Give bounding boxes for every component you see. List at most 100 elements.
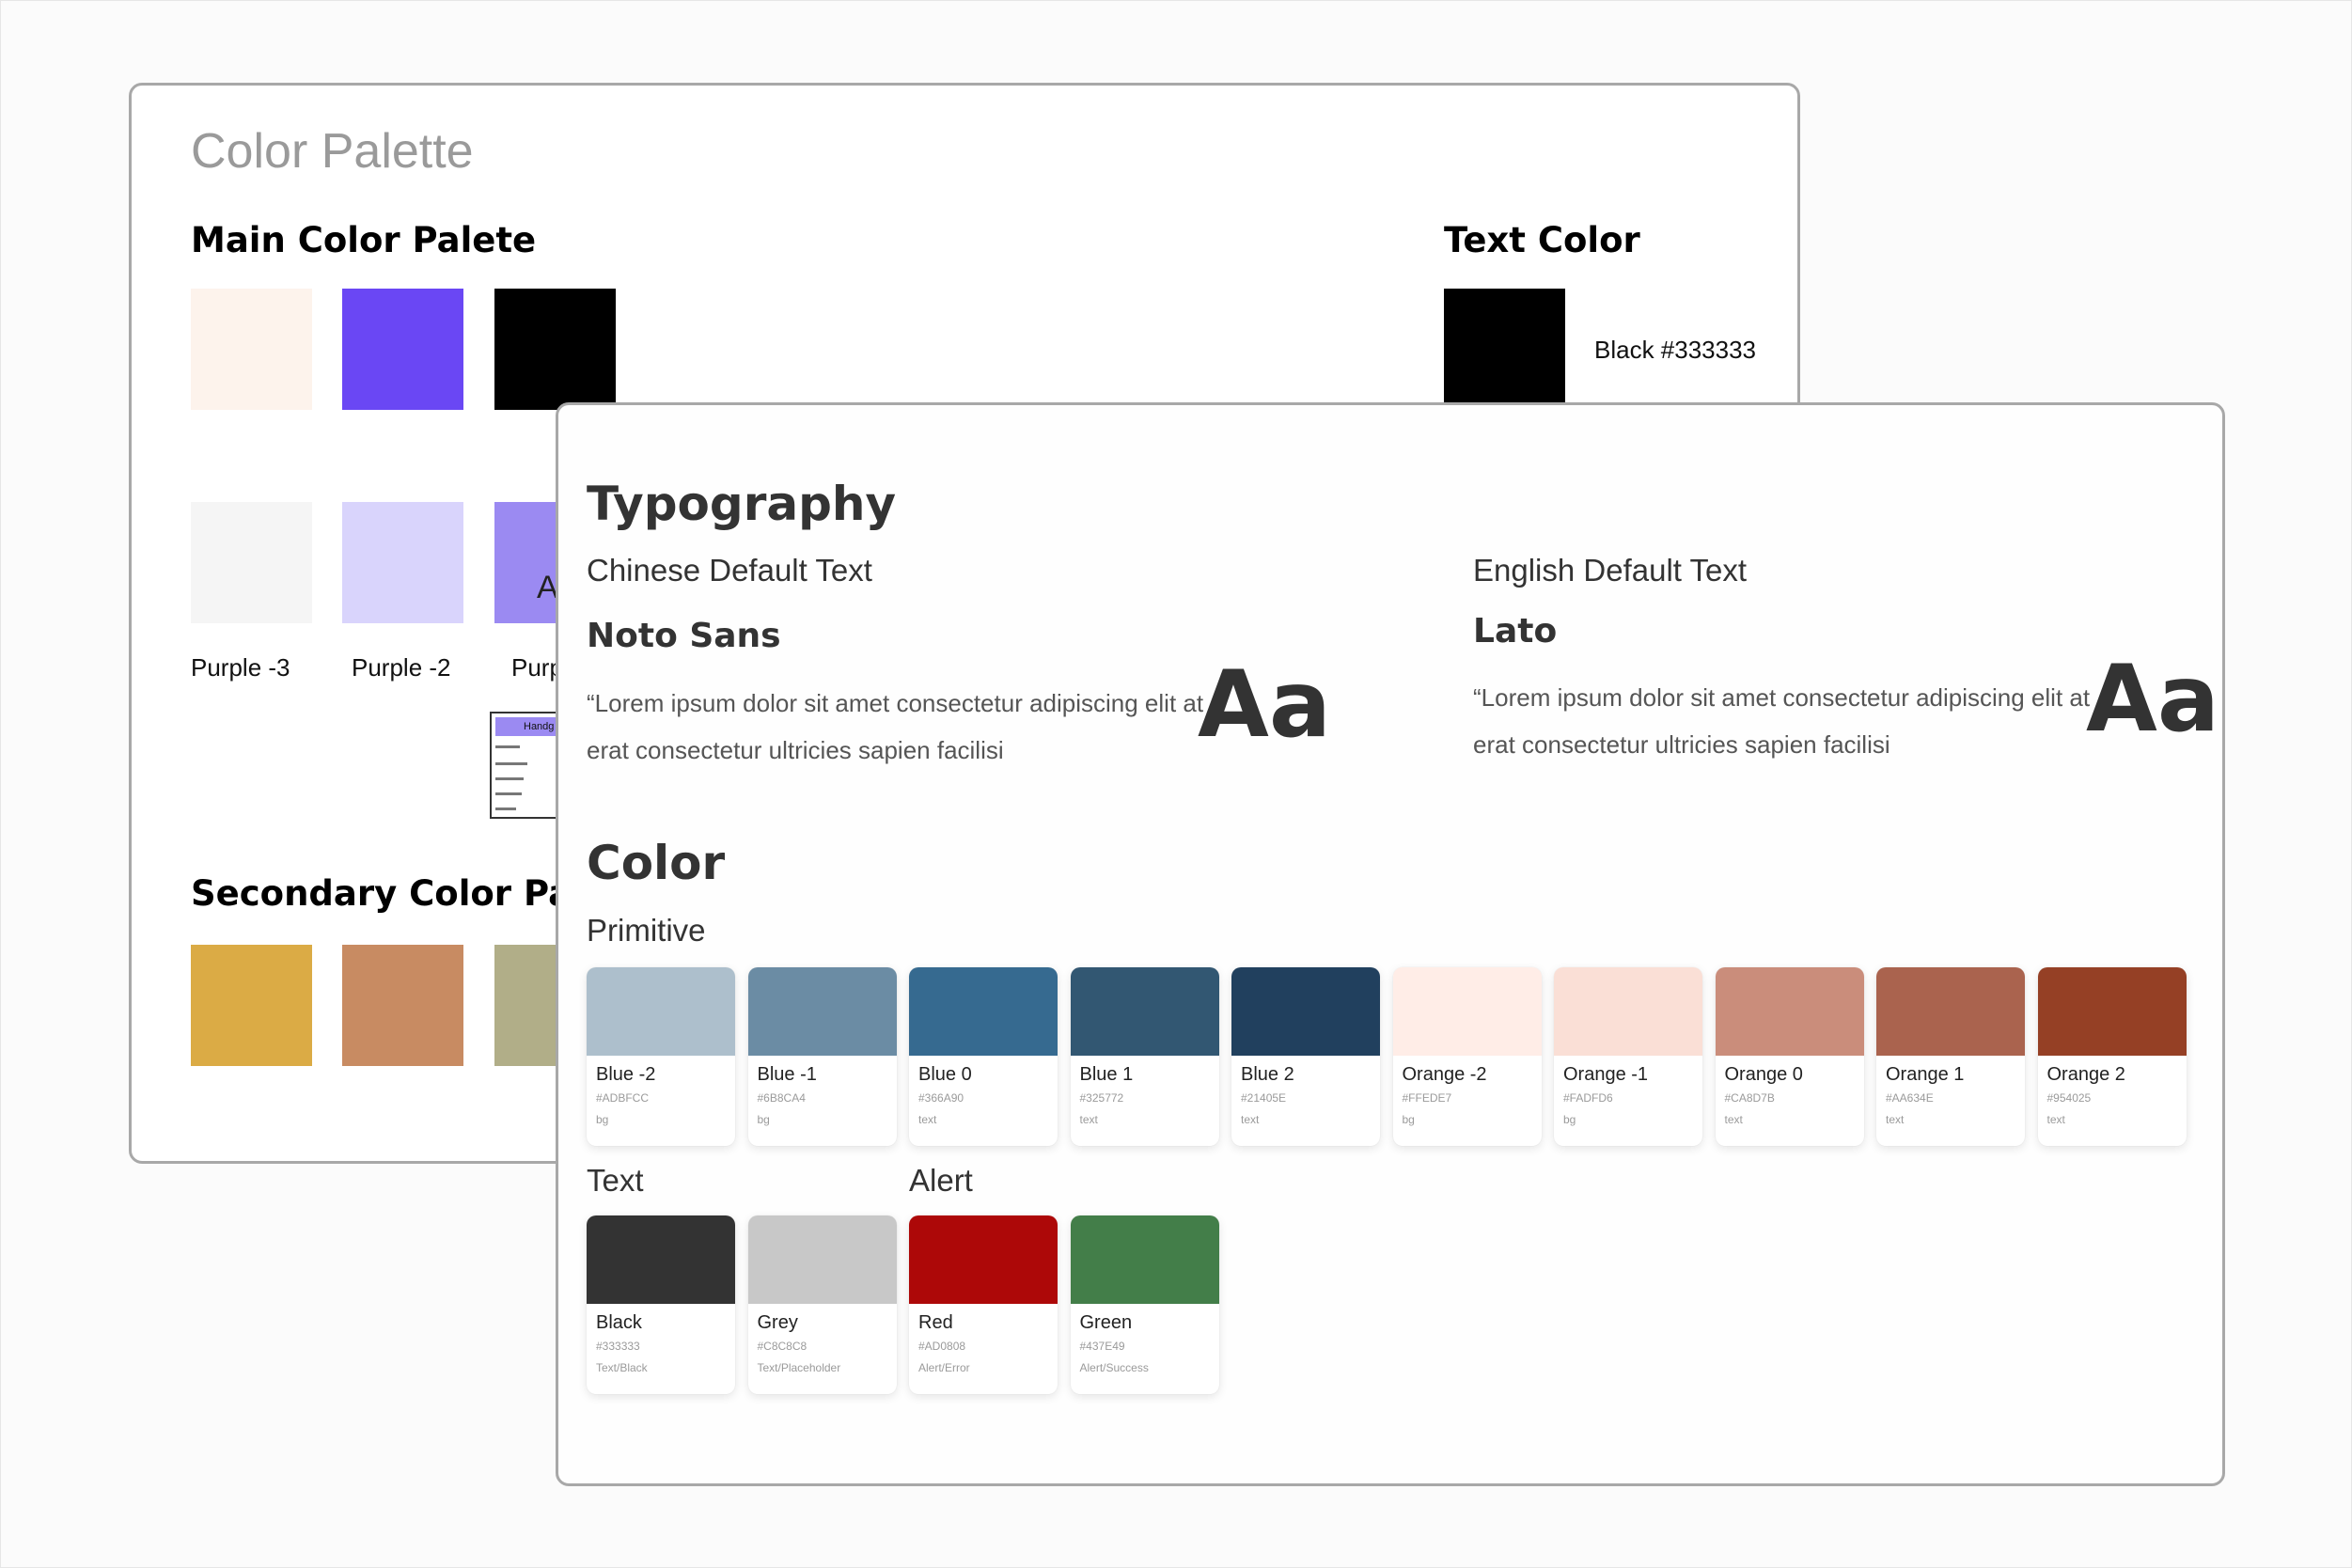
color-tile-usage: bg xyxy=(1402,1113,1415,1126)
color-tile-usage: Text/Black xyxy=(596,1361,648,1374)
color-tile-name: Blue 1 xyxy=(1079,1064,1134,1085)
color-tile-usage: Alert/Error xyxy=(918,1361,970,1374)
color-tile-usage: text xyxy=(918,1113,937,1126)
text-color-swatch[interactable] xyxy=(1444,289,1565,420)
color-tile-name: Orange -2 xyxy=(1402,1064,1487,1085)
color-tile-swatch xyxy=(1554,967,1702,1056)
alert-colors-label: Alert xyxy=(909,1163,973,1198)
color-tile-blue2[interactable]: Blue 2 #21405E text xyxy=(1231,967,1380,1146)
thumbnail-line xyxy=(495,777,524,780)
color-tile-swatch xyxy=(2037,967,2187,1056)
color-tile-hex: #954025 xyxy=(2046,1091,2092,1105)
purple-3-swatch[interactable] xyxy=(191,502,312,623)
color-tile-name: Orange 0 xyxy=(1724,1064,1803,1085)
color-tile-usage: text xyxy=(1724,1113,1743,1126)
secondary-swatch-2[interactable] xyxy=(342,945,463,1066)
color-tile-blue1[interactable]: Blue 1 #325772 text xyxy=(1070,967,1219,1146)
chinese-font-name: Noto Sans xyxy=(587,617,781,655)
english-font-name: Lato xyxy=(1473,612,1558,651)
color-tile-name: Red xyxy=(918,1312,953,1333)
color-tile-usage: bg xyxy=(596,1113,609,1126)
main-swatch-2[interactable] xyxy=(342,289,463,410)
color-tile-grey[interactable]: Grey #C8C8C8 Text/Placeholder xyxy=(747,1215,897,1394)
main-swatch-3[interactable] xyxy=(494,289,616,410)
color-tile-name: Grey xyxy=(757,1312,798,1333)
color-tile-hex: #FADFD6 xyxy=(1563,1091,1613,1105)
color-tile-swatch xyxy=(909,1215,1058,1304)
color-tile-name: Orange 2 xyxy=(2046,1064,2125,1085)
color-tile-name: Orange -1 xyxy=(1563,1064,1649,1085)
color-tile-orangem2[interactable]: Orange -2 #FFEDE7 bg xyxy=(1392,967,1542,1146)
color-tile-swatch xyxy=(587,967,735,1056)
color-tile-name: Blue -2 xyxy=(596,1064,656,1085)
color-tile-hex: #437E49 xyxy=(1079,1340,1125,1353)
color-tile-hex: #21405E xyxy=(1241,1091,1287,1105)
color-tile-usage: text xyxy=(1886,1113,1905,1126)
main-swatch-1[interactable] xyxy=(191,289,312,410)
color-tile-black[interactable]: Black #333333 Text/Black xyxy=(587,1215,735,1394)
color-tile-hex: #333333 xyxy=(596,1340,640,1353)
color-tile-green[interactable]: Green #437E49 Alert/Success xyxy=(1070,1215,1219,1394)
color-tile-swatch xyxy=(1070,967,1219,1056)
purple-2-swatch[interactable] xyxy=(342,502,463,623)
color-tile-hex: #325772 xyxy=(1079,1091,1124,1105)
chinese-sample-text: “Lorem ipsum dolor sit amet consectetur … xyxy=(587,689,1204,764)
color-palette-title: Color Palette xyxy=(191,124,474,179)
secondary-swatch-1[interactable] xyxy=(191,945,312,1066)
color-tile-name: Green xyxy=(1079,1312,1133,1333)
color-tile-bluem2[interactable]: Blue -2 #ADBFCC bg xyxy=(587,967,735,1146)
secondary-color-palette-heading: Secondary Color Pa xyxy=(191,873,572,914)
english-sample-text: “Lorem ipsum dolor sit amet consectetur … xyxy=(1473,683,2091,759)
color-tile-swatch xyxy=(587,1215,735,1304)
color-tile-hex: #C8C8C8 xyxy=(757,1340,808,1353)
color-tile-blue0[interactable]: Blue 0 #366A90 text xyxy=(909,967,1058,1146)
text-color-heading: Text Color xyxy=(1444,220,1640,260)
color-tile-red[interactable]: Red #AD0808 Alert/Error xyxy=(909,1215,1058,1394)
color-tile-swatch xyxy=(1231,967,1380,1056)
color-tile-hex: #AA634E xyxy=(1886,1091,1934,1105)
color-tile-orange1[interactable]: Orange 1 #AA634E text xyxy=(1876,967,2025,1146)
chinese-font-specimen: Aa xyxy=(1198,651,1331,759)
color-tile-swatch xyxy=(747,967,897,1056)
purple-2-label: Purple -2 xyxy=(352,653,451,682)
color-tile-swatch xyxy=(909,967,1058,1056)
purple-3-label: Purple -3 xyxy=(191,653,290,682)
thumbnail-line xyxy=(495,808,516,810)
color-tile-name: Orange 1 xyxy=(1886,1064,1965,1085)
text-colors-label: Text xyxy=(587,1163,644,1198)
color-tile-name: Blue -1 xyxy=(757,1064,817,1085)
english-default-label: English Default Text xyxy=(1473,553,1748,588)
chinese-default-label: Chinese Default Text xyxy=(587,553,872,588)
thumbnail-line xyxy=(495,792,522,795)
thumbnail-line xyxy=(495,745,520,748)
typography-color-card[interactable]: Typography Chinese Default Text Noto San… xyxy=(556,402,2225,1486)
color-tile-hex: #366A90 xyxy=(918,1091,964,1105)
color-tile-swatch xyxy=(747,1215,897,1304)
color-tile-hex: #6B8CA4 xyxy=(757,1091,806,1105)
color-tile-bluem1[interactable]: Blue -1 #6B8CA4 bg xyxy=(747,967,897,1146)
text-color-label: Black #333333 xyxy=(1594,336,1757,364)
color-tile-name: Blue 0 xyxy=(918,1064,972,1085)
color-tile-hex: #ADBFCC xyxy=(596,1091,650,1105)
color-tile-orange2[interactable]: Orange 2 #954025 text xyxy=(2037,967,2187,1146)
color-tile-swatch xyxy=(1876,967,2025,1056)
color-tile-orangem1[interactable]: Orange -1 #FADFD6 bg xyxy=(1554,967,1702,1146)
color-tile-usage: bg xyxy=(1563,1113,1576,1126)
typography-heading: Typography xyxy=(587,477,897,531)
color-tile-usage: bg xyxy=(757,1113,770,1126)
color-tile-usage: Alert/Success xyxy=(1079,1361,1149,1374)
color-tile-hex: #FFEDE7 xyxy=(1402,1091,1452,1105)
color-heading: Color xyxy=(587,836,726,890)
color-tile-usage: Text/Placeholder xyxy=(757,1361,841,1374)
color-tile-name: Blue 2 xyxy=(1241,1064,1294,1085)
thumbnail-line xyxy=(495,762,527,765)
color-tile-usage: text xyxy=(1079,1113,1098,1126)
color-tile-hex: #CA8D7B xyxy=(1724,1091,1775,1105)
color-tile-usage: text xyxy=(1241,1113,1260,1126)
color-tile-hex: #AD0808 xyxy=(918,1340,966,1353)
main-color-palette-heading: Main Color Palete xyxy=(191,220,537,260)
color-tile-swatch xyxy=(1715,967,1864,1056)
color-tile-name: Black xyxy=(596,1312,642,1333)
color-tile-orange0[interactable]: Orange 0 #CA8D7B text xyxy=(1715,967,1864,1146)
english-font-specimen: Aa xyxy=(2086,646,2219,753)
